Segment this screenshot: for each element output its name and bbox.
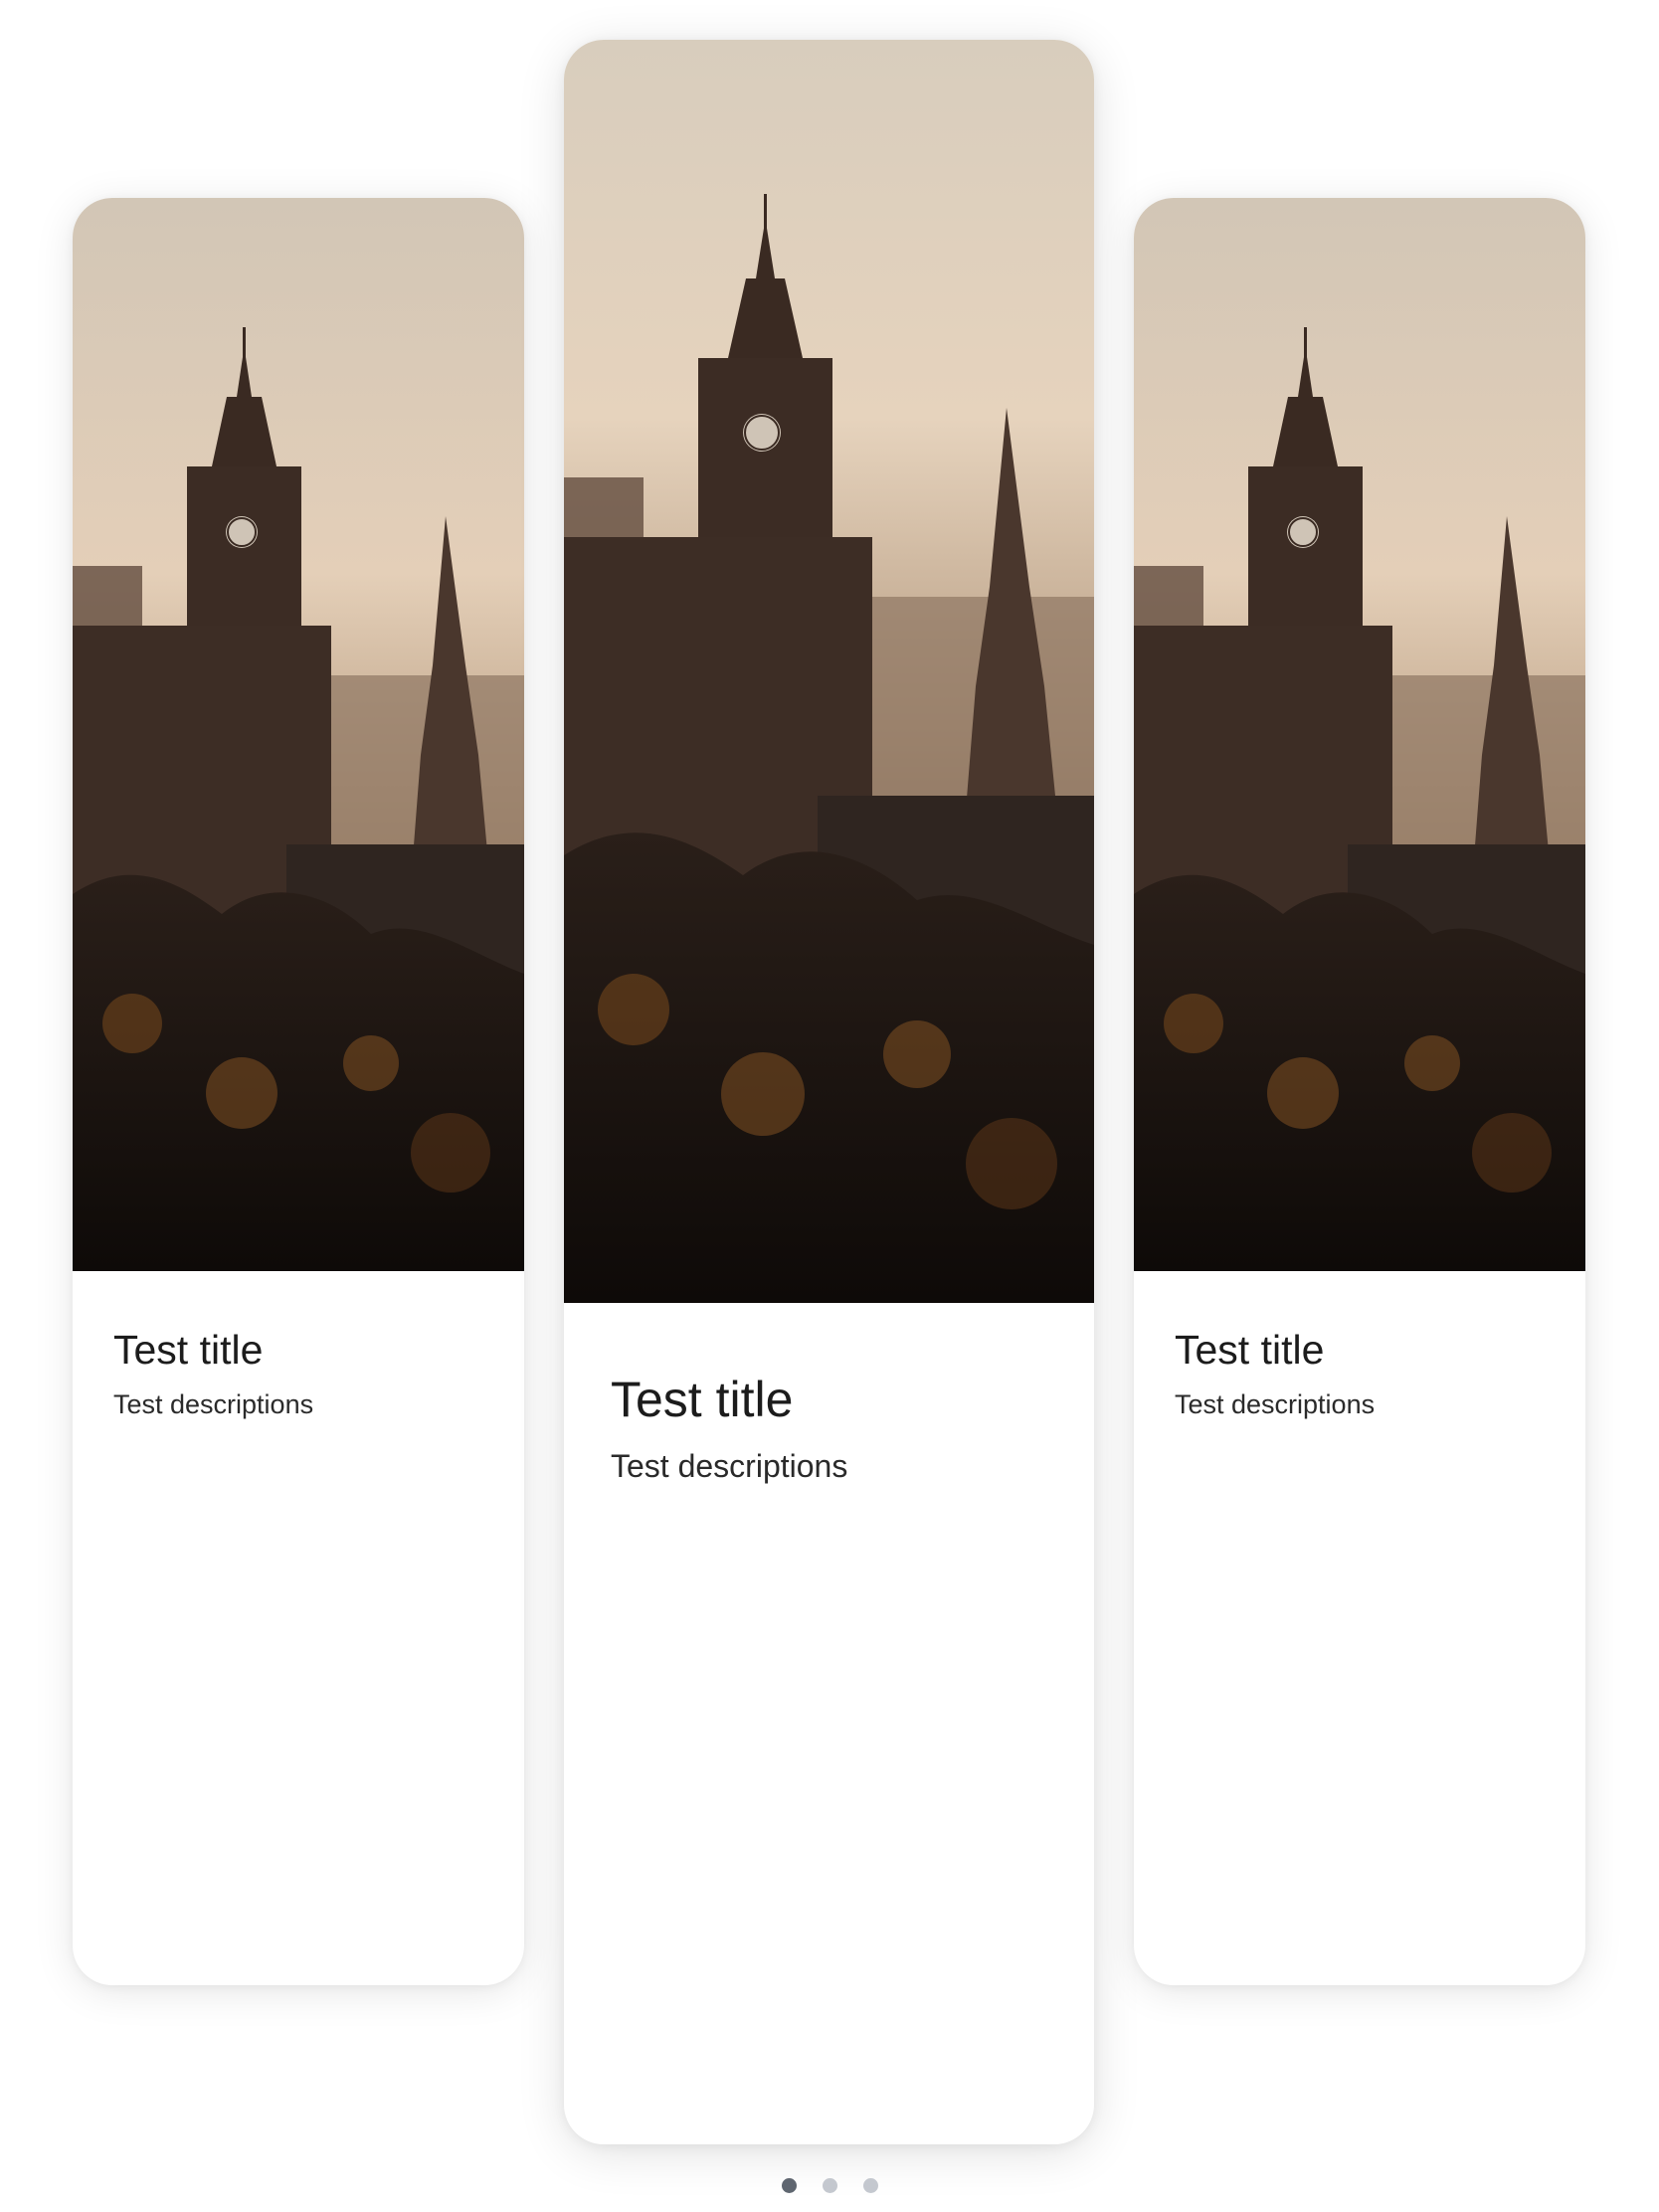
city-skyline-image bbox=[73, 198, 524, 1271]
card-description: Test descriptions bbox=[611, 1448, 848, 1484]
city-skyline-image bbox=[1134, 198, 1585, 1271]
carousel-card-right[interactable]: Test title Test descriptions bbox=[1134, 198, 1585, 1985]
card-image bbox=[564, 40, 1094, 1303]
card-image bbox=[1134, 198, 1585, 1271]
city-skyline-image bbox=[564, 40, 1094, 1303]
card-title: Test title bbox=[113, 1327, 264, 1373]
card-description: Test descriptions bbox=[1175, 1389, 1376, 1419]
carousel-card-left[interactable]: Test title Test descriptions bbox=[73, 198, 524, 1985]
pagination-dot-3[interactable] bbox=[862, 2178, 878, 2193]
carousel-card-center[interactable]: Test title Test descriptions bbox=[564, 40, 1094, 2144]
card-title: Test title bbox=[611, 1372, 794, 1427]
pagination-dot-1[interactable] bbox=[781, 2178, 797, 2193]
carousel: Test title Test descriptions Test title … bbox=[0, 0, 1659, 2212]
pagination-dots bbox=[0, 2178, 1659, 2193]
card-image bbox=[73, 198, 524, 1271]
pagination-dot-2[interactable] bbox=[822, 2178, 837, 2193]
card-description: Test descriptions bbox=[113, 1389, 314, 1419]
card-title: Test title bbox=[1175, 1327, 1325, 1373]
